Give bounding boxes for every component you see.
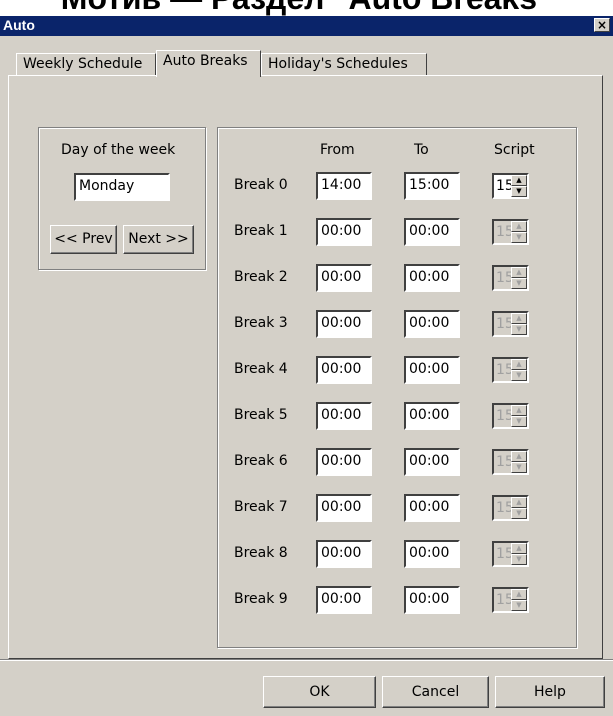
spin-arrows: ▲ ▼	[511, 313, 527, 335]
break-from-field[interactable]: 00:00	[316, 264, 372, 292]
break-from-field[interactable]: 00:00	[316, 356, 372, 384]
spin-arrows: ▲ ▼	[511, 359, 527, 381]
break-from-field[interactable]: 00:00	[316, 494, 372, 522]
break-label: Break 4	[234, 361, 288, 377]
title-bar[interactable]: Auto ×	[0, 16, 613, 36]
spin-up-icon: ▲	[511, 451, 527, 462]
spin-down-icon: ▼	[511, 600, 527, 611]
spin-up-icon: ▲	[511, 221, 527, 232]
spin-up-icon: ▲	[511, 497, 527, 508]
cancel-button[interactable]: Cancel	[382, 676, 489, 708]
spin-down-icon: ▼	[511, 232, 527, 243]
spin-down-icon[interactable]: ▼	[511, 186, 527, 197]
auto-dialog: Auto × Weekly Schedule Auto Breaks Holid…	[0, 16, 613, 716]
break-script-spinner: 15 ▲ ▼	[492, 495, 529, 521]
break-from-field[interactable]: 00:00	[316, 310, 372, 338]
break-from-field[interactable]: 14:00	[316, 172, 372, 200]
tab-panel: Day of the week Monday << Prev Next >> F…	[8, 75, 603, 659]
spin-up-icon: ▲	[511, 359, 527, 370]
spin-arrows: ▲ ▼	[511, 267, 527, 289]
breaks-group: From To Script Break 0 14:00 15:00 15 ▲ ▼ Brea…	[217, 127, 577, 648]
break-from-field[interactable]: 00:00	[316, 402, 372, 430]
spin-down-icon: ▼	[511, 554, 527, 565]
break-script-spinner: 15 ▲ ▼	[492, 311, 529, 337]
spin-up-icon: ▲	[511, 405, 527, 416]
footer-separator	[0, 659, 613, 661]
to-column-header: To	[414, 142, 429, 158]
spin-down-icon: ▼	[511, 278, 527, 289]
break-to-field[interactable]: 00:00	[404, 310, 460, 338]
script-column-header: Script	[494, 142, 535, 158]
from-column-header: From	[320, 142, 355, 158]
break-script-spinner: 15 ▲ ▼	[492, 587, 529, 613]
break-label: Break 3	[234, 315, 288, 331]
break-script-spinner: 15 ▲ ▼	[492, 403, 529, 429]
break-label: Break 1	[234, 223, 288, 239]
window-title: Auto	[3, 17, 35, 33]
day-of-week-group: Day of the week Monday << Prev Next >>	[38, 127, 206, 270]
spin-arrows: ▲ ▼	[511, 451, 527, 473]
spin-up-icon[interactable]: ▲	[511, 175, 527, 186]
break-label: Break 8	[234, 545, 288, 561]
break-script-spinner: 15 ▲ ▼	[492, 449, 529, 475]
break-to-field[interactable]: 00:00	[404, 218, 460, 246]
spin-down-icon: ▼	[511, 416, 527, 427]
break-script-spinner: 15 ▲ ▼	[492, 357, 529, 383]
break-to-field[interactable]: 00:00	[404, 402, 460, 430]
tab-weekly-schedule[interactable]: Weekly Schedule	[16, 53, 156, 76]
close-icon: ×	[596, 18, 608, 32]
tab-auto-breaks[interactable]: Auto Breaks	[156, 50, 261, 77]
spin-arrows: ▲ ▼	[511, 497, 527, 519]
break-to-field[interactable]: 00:00	[404, 448, 460, 476]
help-button[interactable]: Help	[495, 676, 605, 708]
break-label: Break 9	[234, 591, 288, 607]
close-button[interactable]: ×	[594, 18, 610, 32]
break-to-field[interactable]: 00:00	[404, 356, 460, 384]
spin-down-icon: ▼	[511, 370, 527, 381]
spin-up-icon: ▲	[511, 589, 527, 600]
next-day-button[interactable]: Next >>	[123, 225, 194, 254]
spin-down-icon: ▼	[511, 462, 527, 473]
break-to-field[interactable]: 00:00	[404, 264, 460, 292]
break-to-field[interactable]: 00:00	[404, 494, 460, 522]
break-script-spinner[interactable]: 15 ▲ ▼	[492, 173, 529, 199]
ok-button[interactable]: OK	[263, 676, 376, 708]
spin-up-icon: ▲	[511, 543, 527, 554]
spin-up-icon: ▲	[511, 313, 527, 324]
spin-down-icon: ▼	[511, 324, 527, 335]
break-script-spinner: 15 ▲ ▼	[492, 219, 529, 245]
break-to-field[interactable]: 00:00	[404, 586, 460, 614]
break-label: Break 6	[234, 453, 288, 469]
break-script-spinner: 15 ▲ ▼	[492, 265, 529, 291]
spin-up-icon: ▲	[511, 267, 527, 278]
break-label: Break 7	[234, 499, 288, 515]
spin-arrows: ▲ ▼	[511, 543, 527, 565]
break-from-field[interactable]: 00:00	[316, 218, 372, 246]
spin-arrows: ▲ ▼	[511, 405, 527, 427]
break-from-field[interactable]: 00:00	[316, 448, 372, 476]
break-to-field[interactable]: 15:00	[404, 172, 460, 200]
day-of-week-label: Day of the week	[61, 142, 176, 158]
day-of-week-field[interactable]: Monday	[74, 173, 170, 201]
spin-arrows: ▲ ▼	[511, 589, 527, 611]
spin-down-icon: ▼	[511, 508, 527, 519]
break-from-field[interactable]: 00:00	[316, 586, 372, 614]
break-from-field[interactable]: 00:00	[316, 540, 372, 568]
break-script-spinner: 15 ▲ ▼	[492, 541, 529, 567]
tab-holidays-schedules[interactable]: Holiday's Schedules	[261, 53, 427, 76]
break-to-field[interactable]: 00:00	[404, 540, 460, 568]
spin-arrows: ▲ ▼	[511, 221, 527, 243]
break-label: Break 0	[234, 177, 288, 193]
spin-arrows: ▲ ▼	[511, 175, 527, 197]
break-label: Break 2	[234, 269, 288, 285]
prev-day-button[interactable]: << Prev	[50, 225, 117, 254]
break-label: Break 5	[234, 407, 288, 423]
